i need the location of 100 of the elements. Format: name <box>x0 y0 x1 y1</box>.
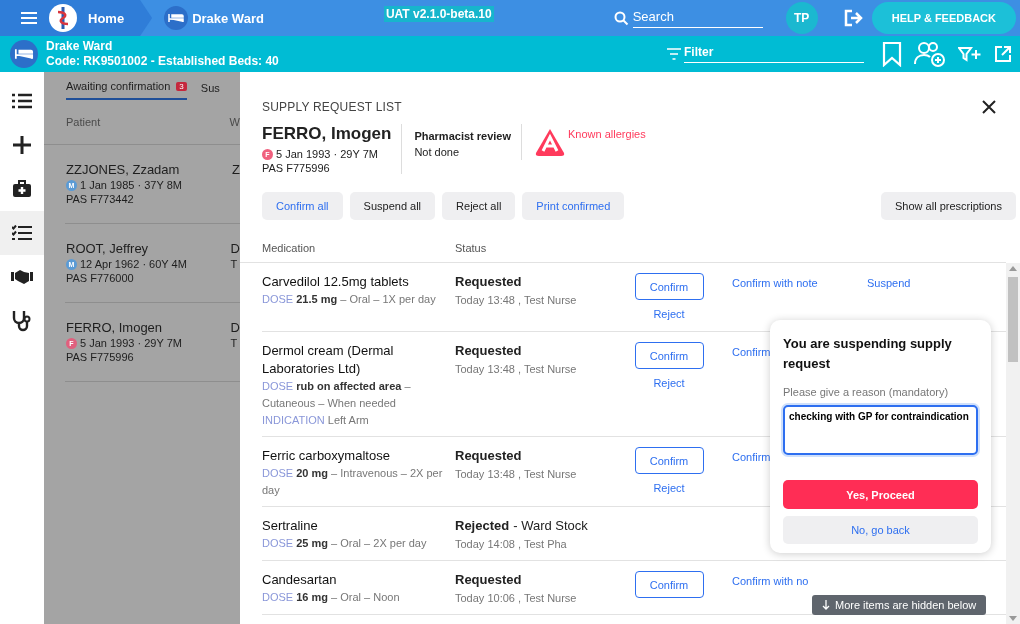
bookmark-icon[interactable] <box>882 41 902 67</box>
handshake-icon <box>11 269 33 285</box>
go-back-button[interactable]: No, go back <box>783 516 978 544</box>
scroll-down-icon[interactable] <box>1009 616 1017 621</box>
search-field[interactable]: Search <box>632 8 763 28</box>
column-header: W <box>228 116 240 128</box>
status-time: Today 13:48 , Test Nurse <box>455 467 578 482</box>
bed-icon <box>164 6 189 30</box>
reject-link[interactable]: Reject <box>653 373 685 393</box>
medication-name: Dermol cream (Dermal Laboratories Ltd) <box>262 342 395 378</box>
action-button[interactable]: Confirm all <box>262 192 343 220</box>
stethoscope-icon <box>12 310 32 332</box>
allergy-warning[interactable]: Known allergies <box>568 127 646 140</box>
tab-label: Awaiting confirmation <box>66 80 171 92</box>
close-icon[interactable] <box>982 100 996 114</box>
review-status: Not done <box>414 145 461 160</box>
panel-title: SUPPLY REQUEST LIST <box>262 100 402 114</box>
status-text: Requested <box>455 571 523 589</box>
allergy-icon <box>534 127 567 157</box>
review-label: Pharmacist review <box>414 129 512 144</box>
show-all-button[interactable]: Show all prescriptions <box>881 192 1016 220</box>
scrollbar[interactable] <box>1006 263 1020 624</box>
confirm-button[interactable]: Confirm <box>634 571 704 598</box>
dialog-title: You are suspending supply request <box>783 335 953 373</box>
ward-text: T <box>230 258 239 270</box>
confirm-button[interactable]: Confirm <box>634 342 704 369</box>
medication-name: Sertraline <box>262 517 319 535</box>
dose-text: DOSE 25 mg – Oral – 2X per day <box>262 536 428 551</box>
patient-name[interactable]: FERRO, Imogen <box>66 320 213 335</box>
tab-label: Sus <box>200 82 220 94</box>
patient-name[interactable]: ROOT, Jeffrey <box>66 241 213 256</box>
ward-text: Z <box>232 162 240 177</box>
confirm-with-note-link[interactable]: Confirm with no <box>732 571 867 591</box>
reject-link[interactable]: Reject <box>653 478 685 498</box>
column-header: Patient <box>65 116 102 128</box>
ward-text: D <box>230 241 240 256</box>
action-button[interactable]: Reject all <box>442 192 516 220</box>
birth-date: 12 Apr 1962 · 60Y 4M <box>80 258 187 270</box>
medication-name: Candesartan <box>262 571 338 589</box>
dose-text: DOSE rub on affected area – Cutaneous – When needed <box>262 379 412 411</box>
plus-icon <box>13 136 31 154</box>
home-breadcrumb[interactable]: Home <box>0 0 153 36</box>
action-button[interactable]: Suspend all <box>349 192 436 220</box>
ward-text: D <box>230 320 240 335</box>
reject-link[interactable]: Reject <box>653 304 685 324</box>
reason-field[interactable]: checking with GP for contraindication <box>783 405 978 455</box>
search-icon <box>613 10 629 26</box>
version-label: UAT v2.1.0-beta.10 <box>383 6 494 22</box>
birth-date: 1 Jan 1985 · 37Y 8M <box>80 179 182 191</box>
status-time: Today 13:48 , Test Nurse <box>455 293 578 308</box>
indication-text: INDICATION Left Arm <box>262 413 370 428</box>
filter-add-icon[interactable] <box>958 46 982 62</box>
bed-icon <box>10 40 38 68</box>
scroll-thumb[interactable] <box>1008 277 1018 362</box>
suspend-link[interactable]: Suspend <box>867 273 911 293</box>
ward-text: T <box>230 337 239 349</box>
confirm-button[interactable]: Confirm <box>634 273 704 300</box>
checklist-icon <box>12 225 32 241</box>
add-people-icon[interactable] <box>914 41 946 67</box>
medication-name: Ferric carboxymaltose <box>262 447 391 465</box>
nav-item[interactable] <box>0 211 44 255</box>
status-time: Today 10:06 , Test Nurse <box>455 591 578 606</box>
scroll-up-icon[interactable] <box>1009 266 1017 271</box>
hidden-items-hint[interactable]: More items are hidden below <box>812 595 987 615</box>
dose-text: DOSE 21.5 mg – Oral – 1X per day <box>262 292 437 307</box>
tab[interactable]: Sus <box>200 82 220 100</box>
external-link-icon[interactable] <box>994 45 1012 63</box>
ward-code: Code: RK9501002 - Established Beds: 40 <box>46 54 279 69</box>
ward-name: Drake Ward <box>46 39 114 54</box>
birth-date: 5 Jan 1993 · 29Y 7M <box>80 337 182 349</box>
logo-icon <box>48 3 78 33</box>
confirm-button[interactable]: Confirm <box>634 447 704 474</box>
column-header: Medication <box>262 242 317 254</box>
status-time: Today 14:08 , Test Pha <box>455 537 568 552</box>
field-label: Please give a reason (mandatory) <box>783 386 950 398</box>
status-time: Today 13:48 , Test Nurse <box>455 362 578 377</box>
ward-link[interactable]: Drake Ward <box>192 10 264 26</box>
column-header: Status <box>455 242 487 254</box>
proceed-button[interactable]: Yes, Proceed <box>783 480 978 509</box>
status-text: Requested <box>455 447 523 465</box>
tab[interactable]: Awaiting confirmation 3 <box>66 80 187 100</box>
patient-name[interactable]: ZZJONES, Zzadam <box>66 162 215 177</box>
menu-icon[interactable] <box>20 11 38 25</box>
action-button[interactable]: Print confirmed <box>522 192 625 220</box>
medical-kit-icon <box>12 180 32 198</box>
pas-number: PAS F776000 <box>66 272 135 284</box>
status-text: Requested <box>455 273 523 291</box>
count-badge: 3 <box>176 81 187 91</box>
patient-name: FERRO, Imogen <box>262 124 392 144</box>
status-text: Requested <box>455 342 523 360</box>
confirm-with-note-link[interactable]: Confirm with note <box>732 273 867 293</box>
pas-number: PAS F775996 <box>66 351 135 363</box>
pas-number: PAS F773442 <box>66 193 135 205</box>
status-text: Rejected - Ward Stock <box>455 517 589 535</box>
birth-date: 5 Jan 1993 · 29Y 7M <box>276 148 378 160</box>
arrow-down-icon <box>822 600 830 610</box>
dose-text: DOSE 20 mg – Intravenous – 2X per day <box>262 466 444 498</box>
filter-field[interactable]: Filter <box>684 45 864 63</box>
list-icon <box>12 93 32 109</box>
medication-name: Carvedilol 12.5mg tablets <box>262 273 410 291</box>
